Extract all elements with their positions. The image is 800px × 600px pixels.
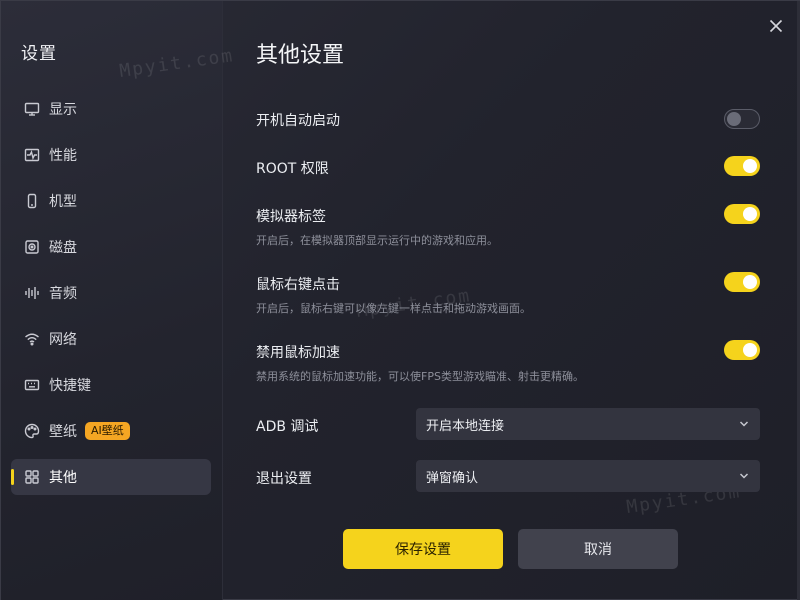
sidebar-item-network[interactable]: 网络 xyxy=(11,321,211,357)
save-button[interactable]: 保存设置 xyxy=(343,529,503,569)
setting-right-click-desc: 开启后，鼠标右键可以像左键一样点击和拖动游戏画面。 xyxy=(256,302,531,315)
sidebar-item-display[interactable]: 显示 xyxy=(11,91,211,127)
toggle-knob xyxy=(743,207,757,221)
exit-setting-value: 弹窗确认 xyxy=(426,470,479,486)
setting-emulator-tab-label: 模拟器标签 xyxy=(256,209,326,225)
setting-right-click-label: 鼠标右键点击 xyxy=(256,277,340,293)
sidebar-item-label: 性能 xyxy=(49,148,77,164)
toggle-knob xyxy=(743,159,757,173)
setting-root-label: ROOT 权限 xyxy=(256,161,329,177)
cancel-button[interactable]: 取消 xyxy=(518,529,678,569)
adb-debug-select[interactable]: 开启本地连接 xyxy=(416,408,760,440)
monitor-icon xyxy=(23,100,41,118)
sidebar-item-model[interactable]: 机型 xyxy=(11,183,211,219)
sidebar-item-disk[interactable]: 磁盘 xyxy=(11,229,211,265)
root-toggle[interactable] xyxy=(724,156,760,176)
sidebar-item-label: 显示 xyxy=(49,102,77,118)
pulse-icon xyxy=(23,146,41,164)
sidebar-item-label: 壁纸 xyxy=(49,424,77,440)
ai-wallpaper-badge: AI壁纸 xyxy=(85,422,130,440)
right-click-toggle[interactable] xyxy=(724,272,760,292)
sidebar-item-label: 网络 xyxy=(49,332,77,348)
chevron-down-icon xyxy=(738,418,750,430)
adb-debug-label: ADB 调试 xyxy=(256,419,319,435)
palette-icon xyxy=(23,422,41,440)
sidebar-item-performance[interactable]: 性能 xyxy=(11,137,211,173)
settings-window: 设置 显示 性能 机型 磁盘 音频 网络 快捷键 壁纸 AI壁纸 其他 Mpyi… xyxy=(0,0,800,600)
wifi-icon xyxy=(23,330,41,348)
setting-mouse-accel-label: 禁用鼠标加速 xyxy=(256,345,340,361)
exit-setting-label: 退出设置 xyxy=(256,471,312,487)
setting-mouse-accel-desc: 禁用系统的鼠标加速功能，可以使FPS类型游戏瞄准、射击更精确。 xyxy=(256,370,584,383)
toggle-knob xyxy=(727,112,741,126)
setting-emulator-tab-desc: 开启后，在模拟器顶部显示运行中的游戏和应用。 xyxy=(256,234,498,247)
exit-setting-select[interactable]: 弹窗确认 xyxy=(416,460,760,492)
keyboard-icon xyxy=(23,376,41,394)
sidebar-item-label: 机型 xyxy=(49,194,77,210)
sidebar-item-shortcuts[interactable]: 快捷键 xyxy=(11,367,211,403)
sidebar-title: 设置 xyxy=(21,44,57,64)
close-button[interactable] xyxy=(765,15,787,37)
sidebar-item-wallpaper[interactable]: 壁纸 AI壁纸 xyxy=(11,413,211,449)
toggle-knob xyxy=(743,343,757,357)
sidebar-item-label: 磁盘 xyxy=(49,240,77,256)
page-title: 其他设置 xyxy=(256,43,345,68)
emulator-tab-toggle[interactable] xyxy=(724,204,760,224)
close-icon xyxy=(769,19,783,33)
toggle-knob xyxy=(743,275,757,289)
setting-autostart-label: 开机自动启动 xyxy=(256,113,340,129)
sidebar-item-label: 快捷键 xyxy=(49,378,91,394)
sidebar-item-label: 音频 xyxy=(49,286,77,302)
sidebar-item-audio[interactable]: 音频 xyxy=(11,275,211,311)
audio-wave-icon xyxy=(23,284,41,302)
mouse-accel-toggle[interactable] xyxy=(724,340,760,360)
chevron-down-icon xyxy=(738,470,750,482)
sidebar-item-other[interactable]: 其他 xyxy=(11,459,211,495)
sidebar: 设置 显示 性能 机型 磁盘 音频 网络 快捷键 壁纸 AI壁纸 其他 xyxy=(1,1,223,600)
phone-icon xyxy=(23,192,41,210)
disk-icon xyxy=(23,238,41,256)
grid-icon xyxy=(23,468,41,486)
sidebar-item-label: 其他 xyxy=(49,470,77,486)
adb-debug-value: 开启本地连接 xyxy=(426,418,505,434)
autostart-toggle[interactable] xyxy=(724,109,760,129)
